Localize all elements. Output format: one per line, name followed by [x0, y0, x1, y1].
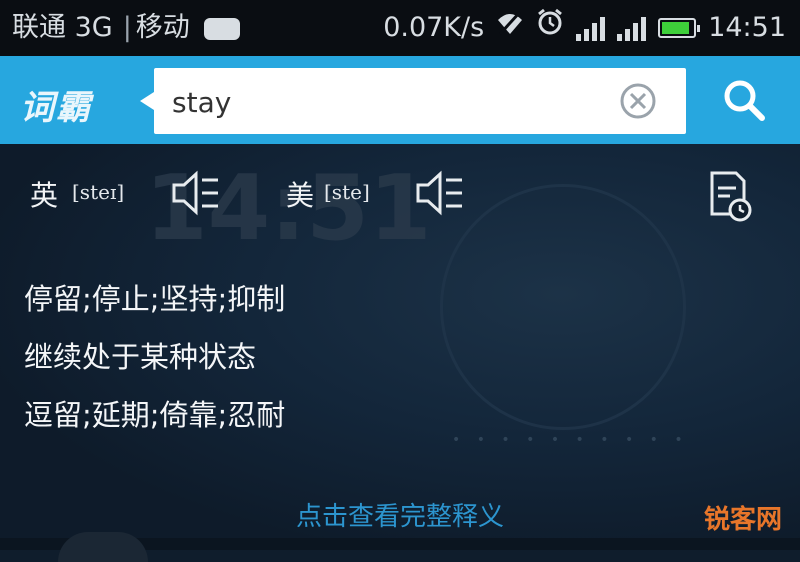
definition-item: 停留;停止;坚持;抑制: [24, 282, 286, 316]
watermark: 锐客网: [703, 505, 782, 535]
uk-label: 英: [30, 179, 59, 212]
wifi-off-icon: [496, 0, 524, 56]
uk-speaker-icon[interactable]: [170, 170, 222, 216]
battery-level: [662, 22, 690, 34]
sms-icon: [204, 17, 241, 40]
bottom-tab-bubble: [58, 532, 148, 562]
add-to-wordbook-icon[interactable]: [706, 170, 754, 222]
app-logo[interactable]: 词霸: [20, 80, 134, 127]
search-input[interactable]: [170, 76, 604, 128]
view-full-definition-link[interactable]: 点击查看完整释义: [0, 496, 800, 533]
definition-item: 继续处于某种状态: [24, 340, 257, 374]
background-dial: [440, 184, 686, 430]
search-box[interactable]: [140, 68, 686, 134]
search-icon[interactable]: [720, 76, 768, 124]
uk-phonetic: [steɪ]: [72, 180, 125, 204]
carrier-separator: |: [122, 12, 132, 43]
search-header: 词霸: [0, 56, 800, 144]
carrier-info: 联通 3G | 移动: [12, 0, 246, 56]
carrier-2: 移动: [135, 12, 190, 43]
signal-icon-2: [617, 15, 647, 41]
background-dots: • • • • • • • • • •: [452, 432, 689, 448]
alarm-icon: [536, 0, 564, 56]
definition-item: 逗留;延期;倚靠;忍耐: [24, 398, 286, 432]
network-speed: 0.07K/s: [383, 12, 485, 43]
status-icons: 0.07K/s 14:51: [383, 0, 786, 56]
word-result-panel: 14:51 • • • • • • • • • • 英 [steɪ] 美 [st…: [0, 144, 800, 562]
clock: 14:51: [708, 12, 786, 43]
status-bar: 联通 3G | 移动 0.07K/s 14:51: [0, 0, 800, 56]
definitions-list: 停留;停止;坚持;抑制 继续处于某种状态 逗留;延期;倚靠;忍耐: [24, 270, 285, 444]
us-speaker-icon[interactable]: [414, 170, 466, 216]
us-label: 美: [286, 179, 315, 212]
carrier-1: 联通 3G: [12, 12, 113, 43]
signal-icon-1: [576, 15, 606, 41]
clear-icon[interactable]: [618, 81, 658, 121]
battery-icon: [658, 18, 701, 38]
us-phonetic: [ste]: [324, 180, 370, 204]
pronunciation-row: 英 [steɪ] 美 [ste]: [0, 170, 800, 222]
